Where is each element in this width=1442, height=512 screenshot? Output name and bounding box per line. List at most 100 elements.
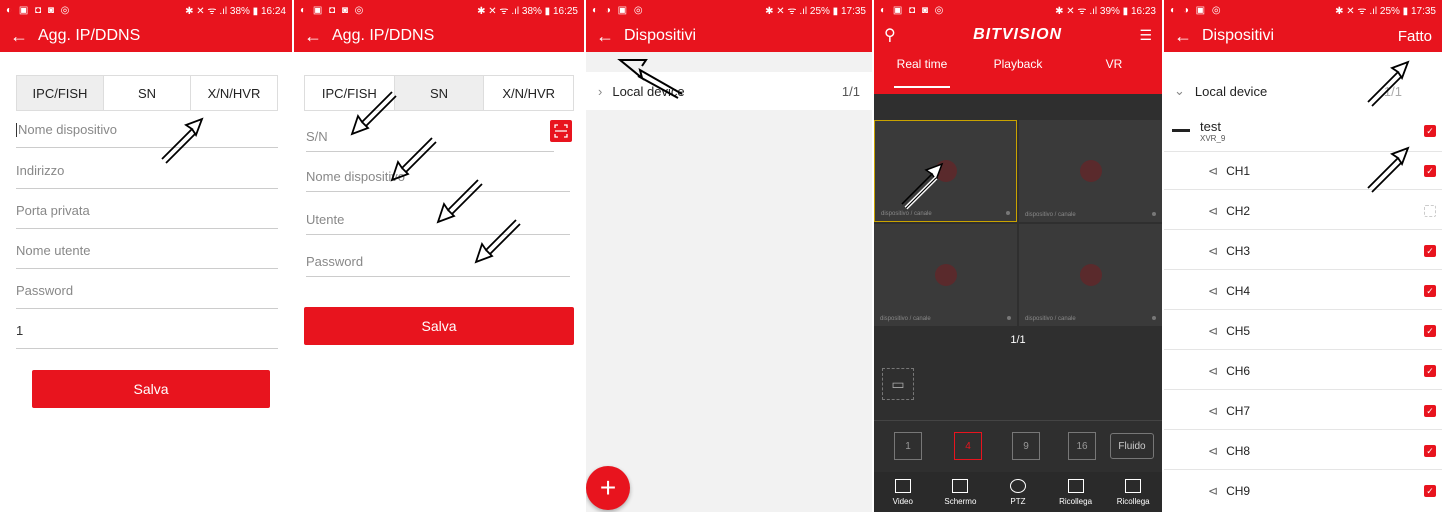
tab-playback[interactable]: Playback: [970, 50, 1066, 94]
username-input[interactable]: Nome utente: [16, 233, 278, 269]
collapse-icon: [1172, 129, 1190, 132]
channel-row[interactable]: ⊲ CH3 ✓: [1164, 232, 1442, 270]
channel-checkbox[interactable]: ✓: [1424, 445, 1436, 457]
local-device-group[interactable]: ⌄ Local device 1/1: [1164, 72, 1442, 110]
done-button[interactable]: Fatto: [1398, 28, 1432, 45]
channel-row[interactable]: ⊲ CH4 ✓: [1164, 272, 1442, 310]
page-title: Agg. IP/DDNS: [332, 27, 435, 44]
channel-checkbox[interactable]: ✓: [1424, 405, 1436, 417]
tab-ipc-fish[interactable]: IPC/FISH: [305, 76, 395, 110]
channel-count-input[interactable]: 1: [16, 313, 278, 349]
address-input[interactable]: Indirizzo: [16, 153, 278, 189]
channel-row[interactable]: ⊲ CH8 ✓: [1164, 432, 1442, 470]
screenshot-button[interactable]: Schermo: [932, 472, 990, 512]
local-device-row[interactable]: › Local device 1/1: [586, 72, 872, 110]
status-icons-left: ◐ ▣ ◘ ◙ ◎: [880, 4, 946, 16]
device-list-icon[interactable]: ☰: [1139, 27, 1152, 44]
channel-count-value: 1: [16, 323, 24, 338]
tab-sn[interactable]: SN: [394, 76, 485, 110]
split-4-button[interactable]: 4: [954, 432, 982, 460]
back-arrow-icon[interactable]: ←: [10, 26, 28, 47]
video-cell-4[interactable]: dispositivo / canale: [1019, 224, 1162, 326]
record-folder-icon[interactable]: ▭: [882, 368, 914, 400]
add-mode-tabs: IPC/FISH SN X/N/HVR: [16, 75, 278, 111]
qr-scan-icon[interactable]: [550, 120, 572, 142]
channel-row[interactable]: ⊲ CH1 ✓: [1164, 152, 1442, 190]
status-icons-left: ◐ ◑ ▣ ◎: [1170, 4, 1223, 16]
camera-icon: ⊲: [1208, 443, 1219, 458]
channel-row[interactable]: ⊲ CH7 ✓: [1164, 392, 1442, 430]
back-arrow-icon[interactable]: ←: [596, 26, 614, 47]
channel-checkbox[interactable]: ✓: [1424, 165, 1436, 177]
split-9-button[interactable]: 9: [1012, 432, 1040, 460]
text-cursor: [16, 122, 17, 137]
password-input[interactable]: Password: [16, 273, 278, 309]
split-16-button[interactable]: 16: [1068, 432, 1096, 460]
reconnect-button[interactable]: Ricollega: [1047, 472, 1105, 512]
ptz-button[interactable]: PTZ: [989, 472, 1047, 512]
channel-row[interactable]: ⊲ CH6 ✓: [1164, 352, 1442, 390]
panel-bitvision-live: ◐ ▣ ◘ ◙ ◎ ✱ ✕ ᯤ .ıl 39% ▮ 16:23 ⚲ BITVIS…: [874, 0, 1162, 512]
divider: [874, 420, 1162, 421]
bottom-toolbar: Video Schermo PTZ Ricollega Ricollega: [874, 472, 1162, 512]
back-arrow-icon[interactable]: ←: [1174, 26, 1192, 47]
device-row[interactable]: test XVR_9 ✓: [1164, 110, 1442, 152]
fluid-quality-button[interactable]: Fluido: [1110, 433, 1154, 459]
user-icon[interactable]: ⚲: [884, 25, 896, 45]
channel-checkbox[interactable]: ✓: [1424, 245, 1436, 257]
channel-label: CH6: [1226, 363, 1251, 378]
sn-input[interactable]: S/N: [306, 122, 554, 152]
video-cell-3[interactable]: dispositivo / canale: [874, 224, 1017, 326]
device-name-input[interactable]: Nome dispositivo: [306, 162, 570, 192]
view-tabs: Real time Playback VR: [874, 50, 1162, 94]
channel-checkbox[interactable]: ✓: [1424, 485, 1436, 497]
device-name-input[interactable]: Nome dispositivo: [16, 112, 278, 148]
channel-row[interactable]: ⊲ CH2: [1164, 192, 1442, 230]
channel-checkbox[interactable]: ✓: [1424, 325, 1436, 337]
reconnect-all-button[interactable]: Ricollega: [1104, 472, 1162, 512]
split-9-label: 9: [1023, 440, 1029, 452]
channel-checkbox[interactable]: ✓: [1424, 365, 1436, 377]
camera-icon: ⊲: [1208, 243, 1219, 258]
tab-real-time[interactable]: Real time: [874, 50, 970, 94]
tab-ipc-fish[interactable]: IPC/FISH: [17, 76, 104, 110]
tab-vr[interactable]: VR: [1066, 50, 1162, 94]
save-button[interactable]: Salva: [304, 307, 574, 345]
camera-icon: ⊲: [1208, 363, 1219, 378]
status-icons-right: ✱ ✕ ᯤ .ıl 38% ▮ 16:25: [477, 6, 578, 17]
back-arrow-icon[interactable]: ←: [304, 26, 322, 47]
channel-row[interactable]: ⊲ CH5 ✓: [1164, 312, 1442, 350]
video-cell-1[interactable]: dispositivo / canale: [874, 120, 1017, 222]
channel-checkbox[interactable]: ✓: [1424, 285, 1436, 297]
user-placeholder: Utente: [306, 212, 345, 227]
tab-xnhvr[interactable]: X/N/HVR: [484, 76, 573, 110]
device-name-placeholder: Nome dispositivo: [18, 122, 117, 137]
video-cell-2[interactable]: dispositivo / canale: [1019, 120, 1162, 222]
channel-row[interactable]: ⊲ CH9 ✓: [1164, 472, 1442, 510]
camera-icon: ⊲: [1208, 283, 1219, 298]
user-input[interactable]: Utente: [306, 205, 570, 235]
status-bar: ◐ ◑ ▣ ◎ ✱ ✕ ᯤ .ıl 25% ▮ 17:35: [1164, 0, 1442, 20]
split-1-button[interactable]: 1: [894, 432, 922, 460]
video-record-button[interactable]: Video: [874, 472, 932, 512]
status-dot-icon: [1007, 316, 1011, 320]
channel-label: CH3: [1226, 243, 1251, 258]
camera-icon: ⊲: [1208, 323, 1219, 338]
tab-xnhvr[interactable]: X/N/HVR: [191, 76, 277, 110]
add-mode-tabs: IPC/FISH SN X/N/HVR: [304, 75, 574, 111]
device-checkbox[interactable]: ✓: [1424, 125, 1436, 137]
cell-label: dispositivo / canale: [880, 316, 931, 322]
app-bar: ← Dispositivi Fatto: [1164, 20, 1442, 52]
save-button[interactable]: Salva: [32, 370, 270, 408]
password-input[interactable]: Password: [306, 247, 570, 277]
status-bar: ◐ ▣ ◘ ◙ ◎ ✱ ✕ ᯤ .ıl 38% ▮ 16:25: [294, 0, 584, 20]
device-info: test XVR_9: [1200, 119, 1225, 143]
private-port-input[interactable]: Porta privata: [16, 193, 278, 229]
channel-checkbox[interactable]: [1424, 205, 1436, 217]
camera-icon: ⊲: [1208, 203, 1219, 218]
add-device-button[interactable]: +: [586, 466, 630, 510]
ptz-label: PTZ: [1010, 496, 1026, 506]
password-placeholder: Password: [16, 283, 74, 298]
sn-placeholder: S/N: [306, 129, 328, 144]
tab-sn[interactable]: SN: [104, 76, 191, 110]
